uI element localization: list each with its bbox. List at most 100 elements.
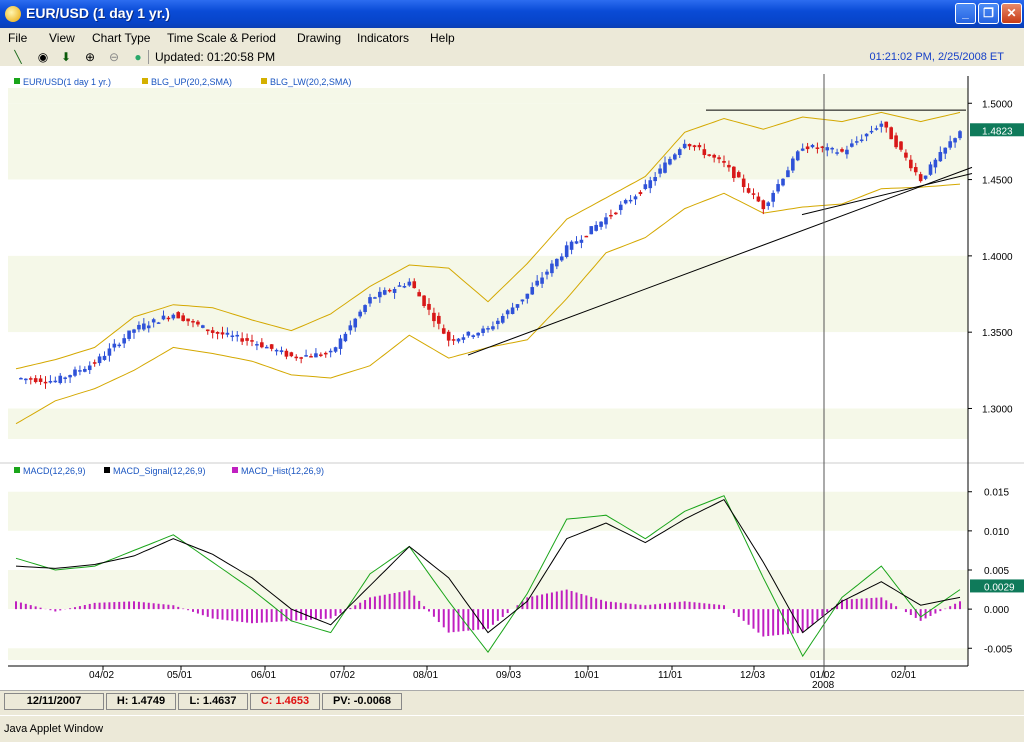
candle-body [314, 353, 318, 358]
x-tick-label: 04/02 [89, 670, 114, 681]
candle-body [909, 159, 913, 169]
candle-body [33, 378, 38, 383]
x-tick-label: 05/01 [167, 670, 192, 681]
menu-file[interactable]: File [8, 31, 27, 45]
candle-body [584, 235, 589, 238]
candle-body [333, 347, 338, 352]
candle-body [663, 162, 667, 173]
x-tick-label: 09/03 [496, 670, 521, 681]
maximize-button[interactable]: ❐ [978, 3, 999, 24]
arrow-down-icon[interactable]: ⬇ [58, 49, 74, 65]
candle-body [633, 196, 638, 200]
menu-time-scale[interactable]: Time Scale & Period [167, 31, 276, 45]
x-tick-label: 10/01 [574, 670, 599, 681]
zoom-out-icon[interactable]: ⊖ [106, 49, 122, 65]
candle-body [786, 170, 790, 178]
zoom-in-icon[interactable]: ⊕ [82, 49, 98, 65]
candle-body [382, 290, 387, 295]
menu-drawing[interactable]: Drawing [297, 31, 341, 45]
globe-icon[interactable]: ● [130, 49, 146, 65]
crosshair-icon[interactable]: ◉ [35, 49, 51, 65]
candle-body [741, 178, 746, 188]
candle-body [422, 295, 426, 307]
legend-swatch [14, 467, 20, 473]
candle-body [240, 338, 244, 342]
candle-body [402, 286, 407, 288]
candle-body [874, 128, 879, 130]
candle-body [515, 304, 520, 308]
candle-body [638, 192, 643, 195]
price-legend-item: BLG_LW(20,2,SMA) [270, 77, 351, 87]
candle-body [845, 149, 849, 155]
candle-body [328, 350, 333, 353]
x-tick-label: 07/02 [330, 670, 355, 681]
macd-y-tick-label: -0.005 [984, 644, 1013, 655]
menu-view[interactable]: View [49, 31, 75, 45]
candle-body [112, 343, 117, 348]
candle-body [476, 332, 480, 336]
candle-body [446, 331, 451, 341]
x-tick-label: 02/01 [891, 670, 916, 681]
candle-body [210, 330, 215, 333]
candle-body [609, 214, 613, 217]
candle-body [510, 307, 515, 314]
macd-y-tick-label: 0.005 [984, 566, 1009, 577]
candle-body [938, 151, 943, 162]
candle-body [176, 312, 181, 319]
candle-body [461, 337, 466, 340]
candle-body [555, 258, 559, 267]
candle-body [235, 334, 240, 337]
menu-indicators[interactable]: Indicators [357, 31, 409, 45]
candle-body [412, 281, 417, 289]
candle-body [781, 178, 785, 186]
candle-body [564, 245, 569, 257]
candle-body [899, 141, 903, 150]
candle-body [53, 380, 58, 383]
candle-body [776, 184, 780, 192]
candle-body [166, 317, 171, 320]
candle-body [368, 297, 372, 304]
candle-body [505, 310, 510, 315]
candle-body [38, 378, 43, 382]
candle-body [840, 149, 844, 152]
toolbar-separator [148, 50, 149, 64]
candle-body [614, 212, 618, 215]
x-tick-label: 08/01 [413, 670, 438, 681]
price-legend-item: BLG_UP(20,2,SMA) [151, 77, 232, 87]
price-y-tick-label: 1.5000 [982, 99, 1013, 110]
candle-body [68, 375, 72, 378]
candle-body [682, 143, 687, 149]
candle-body [579, 239, 584, 243]
price-y-tick-label: 1.3500 [982, 328, 1013, 339]
candle-body [928, 164, 933, 175]
applet-bar: Java Applet Window [0, 715, 1024, 742]
candle-body [304, 355, 308, 357]
candle-body [864, 133, 869, 137]
candle-body [73, 369, 77, 376]
candle-body [427, 303, 431, 310]
candle-body [943, 147, 948, 154]
candle-body [230, 335, 235, 338]
candle-body [348, 325, 353, 331]
menu-chart-type[interactable]: Chart Type [92, 31, 150, 45]
candle-body [102, 355, 107, 360]
candle-body [618, 204, 623, 211]
candle-body [225, 332, 230, 335]
candle-body [648, 180, 653, 189]
status-bar: 12/11/2007 H: 1.4749 L: 1.4637 C: 1.4653… [0, 690, 1024, 712]
status-pv: PV: -0.0068 [322, 693, 402, 710]
toolbar: ╲ ◉ ⬇ ⊕ ⊖ ● Updated: 01:20:58 PM 01:21:0… [0, 48, 1024, 66]
chart-svg[interactable]: EUR/USD(1 day 1 yr.) BLG_UP(20,2,SMA) BLG_… [0, 66, 1024, 691]
candle-body [859, 139, 864, 142]
minimize-button[interactable]: _ [955, 3, 976, 24]
status-close: C: 1.4653 [250, 693, 320, 710]
candle-body [791, 158, 795, 171]
candle-body [918, 174, 923, 182]
close-button[interactable]: ✕ [1001, 3, 1022, 24]
menu-help[interactable]: Help [430, 31, 455, 45]
candle-body [491, 326, 495, 330]
chart-area[interactable]: EUR/USD(1 day 1 yr.) BLG_UP(20,2,SMA) BLG_… [0, 66, 1024, 691]
pencil-icon[interactable]: ╲ [10, 49, 26, 65]
last-macd-label: 0.0029 [984, 582, 1015, 593]
candle-body [535, 280, 539, 286]
